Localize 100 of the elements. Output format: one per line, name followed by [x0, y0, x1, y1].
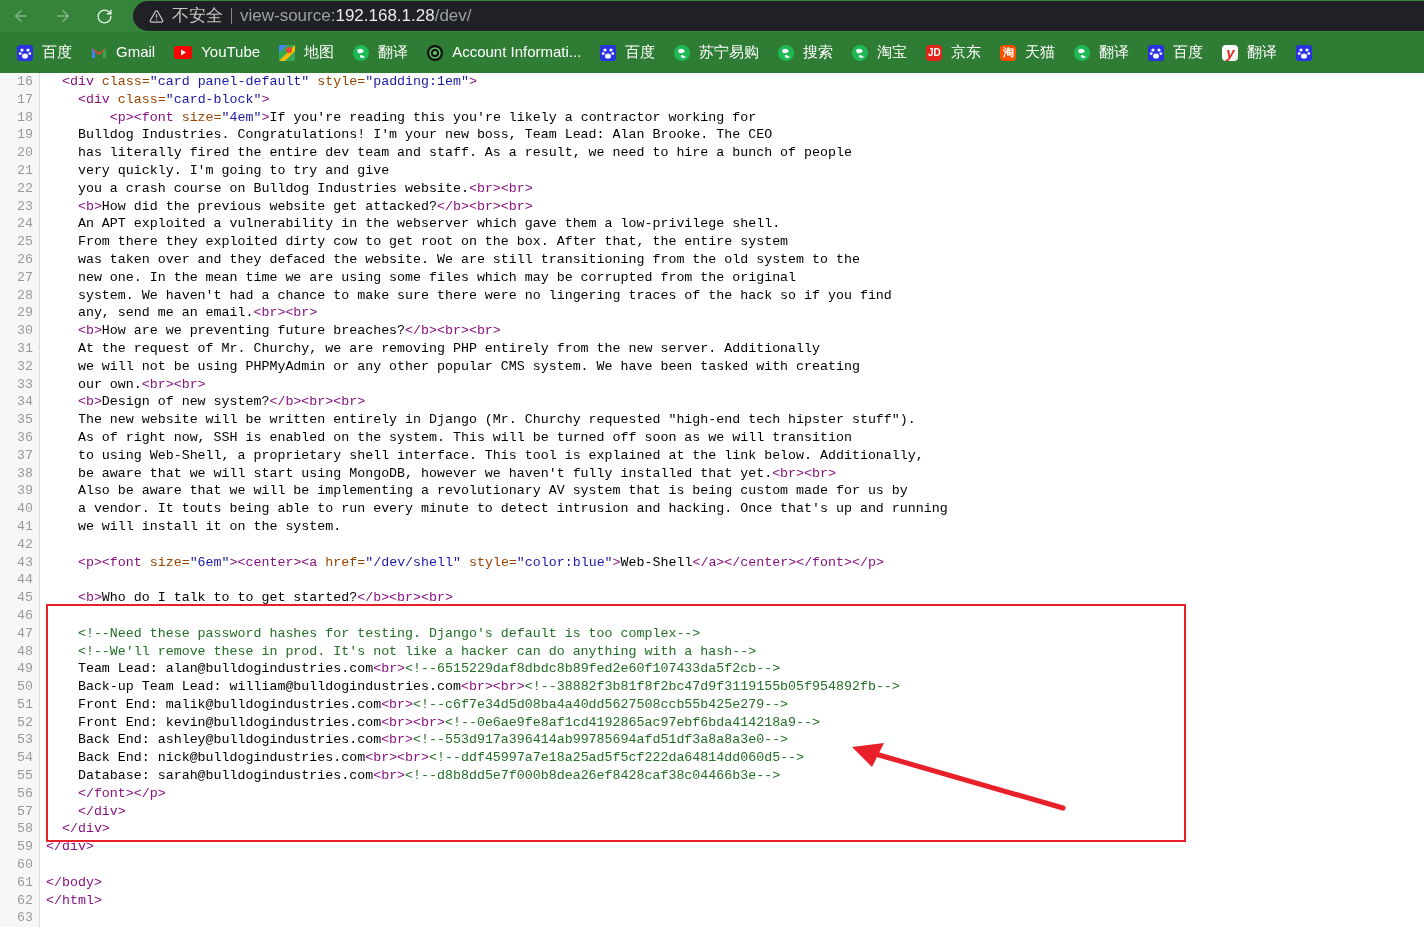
paw-icon — [600, 44, 617, 61]
paw-icon — [1296, 44, 1313, 61]
source-line: very quickly. I'm going to try and give — [76, 163, 390, 178]
line-number: 59 — [17, 839, 33, 855]
source-line: The new website will be written entirely in Django (Mr. Churchy requested "high-end tech hipster stuff"). — [76, 412, 916, 428]
logo-icon: JD — [926, 44, 943, 61]
line-number: 46 — [17, 607, 33, 623]
line-number: 21 — [17, 163, 33, 178]
line-number: 57 — [17, 803, 33, 819]
line-number: 49 — [17, 661, 33, 677]
forward-icon[interactable] — [54, 7, 72, 25]
logo-icon: 淘 — [1000, 44, 1017, 61]
line-number: 23 — [17, 198, 33, 214]
source-line: </div> — [46, 839, 94, 855]
bookmark[interactable]: 地图 — [279, 41, 335, 64]
source-line: <!--Need these password hashes for testing. Django's default is too complex--> — [76, 625, 701, 641]
line-number: 48 — [17, 643, 33, 659]
source-line: be aware that we will start using MongoDB, however we haven't fully installed that yet.<br><br> — [76, 465, 836, 481]
back-icon[interactable] — [12, 7, 30, 25]
bookmark[interactable]: 翻译 — [1074, 41, 1130, 64]
source-line: <b>Who do I talk to to get started?</b><br><br> — [76, 590, 453, 606]
line-number: 16 — [17, 74, 33, 89]
line-number: 20 — [17, 145, 33, 161]
line-number: 41 — [17, 518, 33, 534]
bookmark[interactable]: JD 京东 — [926, 41, 982, 64]
line-number: 43 — [17, 554, 33, 570]
bookmark[interactable]: Gmail — [91, 41, 156, 64]
logo-icon: y — [1222, 44, 1239, 61]
bookmark[interactable]: 淘 天猫 — [1000, 41, 1056, 64]
source-line: Back End: nick@bulldogindustries.com<br><br><!--ddf45997a7e18a25ad5f5cf222da64814dd060d5--> — [76, 750, 805, 766]
bookmark[interactable]: Account Informati... — [427, 41, 582, 64]
source-line: Front End: malik@bulldogindustries.com<br><!--c6f7e34d5d08ba4a40dd5627508ccb55b425e279--> — [76, 696, 789, 712]
swirl-icon — [427, 44, 444, 61]
source-line: </html> — [46, 892, 102, 908]
line-number: 53 — [17, 732, 33, 748]
source-line: to using Web-Shell, a proprietary shell interface. This tool is explained at the link below. Additionally, — [76, 447, 924, 463]
line-number: 35 — [17, 412, 33, 428]
line-number: 38 — [17, 465, 33, 481]
source-line: new one. In the mean time we are using some files which may be corrupted from the original — [76, 269, 797, 285]
source-line: Team Lead: alan@bulldogindustries.com<br><!--6515229daf8dbdc8b89fed2e60f107433da5f2cb--> — [76, 661, 781, 677]
line-number: 56 — [17, 785, 33, 801]
source-line: Database: sarah@bulldogindustries.com<br><!--d8b8dd5e7f000b8dea26ef8428caf38c04466b3e--> — [76, 768, 781, 784]
line-number: 25 — [17, 234, 33, 250]
source-line: has literally fired the entire dev team and staff. As a result, we need to hire a bunch of people — [76, 145, 852, 161]
envelope-icon — [91, 46, 107, 59]
bookmark[interactable]: YouTube — [174, 41, 261, 64]
bookmark[interactable]: 苏宁易购 — [674, 41, 760, 64]
line-number: 63 — [17, 910, 33, 926]
address-bar[interactable]: 不安全 view-source:192.168.1.28/dev/ — [133, 1, 1424, 31]
line-number: 22 — [17, 180, 33, 196]
warning-icon — [149, 8, 164, 24]
play-icon — [174, 46, 193, 59]
line-number: 39 — [17, 483, 33, 499]
source-line: we will install it on the system. — [76, 518, 342, 534]
bookmark[interactable]: 翻译 — [353, 41, 409, 64]
source-line: Bulldog Industries. Congratulations! I'm your new boss, Team Lead: Alan Brooke. The CEO — [76, 127, 773, 143]
line-number: 19 — [17, 127, 33, 143]
line-number: 37 — [17, 447, 33, 463]
source-line: Back End: ashley@bulldogindustries.com<br><!--553d917a396414ab99785694afd51df3a8a8a3e0--> — [76, 732, 789, 748]
source-line: </div> — [76, 803, 126, 819]
line-number: 28 — [17, 287, 33, 303]
line-number: 24 — [17, 216, 33, 232]
bookmark[interactable]: y 翻译 — [1222, 41, 1278, 64]
source-line: <b>Design of new system?</b><br><br> — [76, 394, 366, 410]
globe-icon — [852, 44, 869, 61]
paw-icon — [17, 44, 33, 61]
line-number: 18 — [17, 109, 33, 125]
reload-icon[interactable] — [96, 7, 113, 25]
line-number: 44 — [17, 572, 33, 588]
line-number: 31 — [17, 340, 33, 356]
bookmark[interactable]: 搜索 — [778, 41, 834, 64]
source-line: <div class="card-block"> — [76, 91, 270, 107]
bookmark[interactable]: 淘宝 — [852, 41, 908, 64]
security-label: 不安全 — [172, 5, 223, 28]
line-number: 61 — [17, 874, 33, 890]
line-number: 42 — [17, 536, 33, 552]
source-line: At the request of Mr. Churchy, we are removing PHP entirely from the new server. Additionally — [76, 340, 820, 356]
line-number: 36 — [17, 429, 33, 445]
bookmark[interactable] — [1296, 44, 1313, 61]
line-number: 33 — [17, 376, 33, 392]
source-line: was taken over and they defaced the website. We are still transitioning from the old system to the — [76, 251, 860, 267]
line-number: 47 — [17, 625, 33, 641]
source-line: As of right now, SSH is enabled on the system. This will be turned off soon as we will transition — [76, 429, 852, 445]
line-number: 27 — [17, 269, 33, 285]
url-text: view-source:192.168.1.28/dev/ — [240, 5, 472, 28]
line-number: 58 — [17, 821, 33, 837]
globe-icon — [778, 44, 795, 61]
source-line: a vendor. It touts being able to run every minute to detect intrusion and hacking. Once that's up and running — [76, 501, 948, 517]
source-line: any, send me an email.<br><br> — [76, 305, 318, 321]
bookmark[interactable]: 百度 — [1148, 41, 1204, 64]
line-number: 50 — [17, 679, 33, 695]
line-number: 26 — [17, 251, 33, 267]
source-line: <b>How are we preventing future breaches?</b><br><br> — [76, 323, 501, 339]
source-line: <p><font size="6em"><center><a href="/dev/shell" style="color:blue">Web-Shell</a></center></font></p> — [76, 554, 884, 570]
bookmark[interactable]: 百度 — [600, 41, 656, 64]
line-number: 30 — [17, 323, 33, 339]
bookmark[interactable]: 百度 — [17, 41, 72, 64]
line-number: 54 — [17, 750, 33, 766]
source-line: </font></p> — [76, 785, 166, 801]
line-number: 62 — [17, 892, 33, 908]
